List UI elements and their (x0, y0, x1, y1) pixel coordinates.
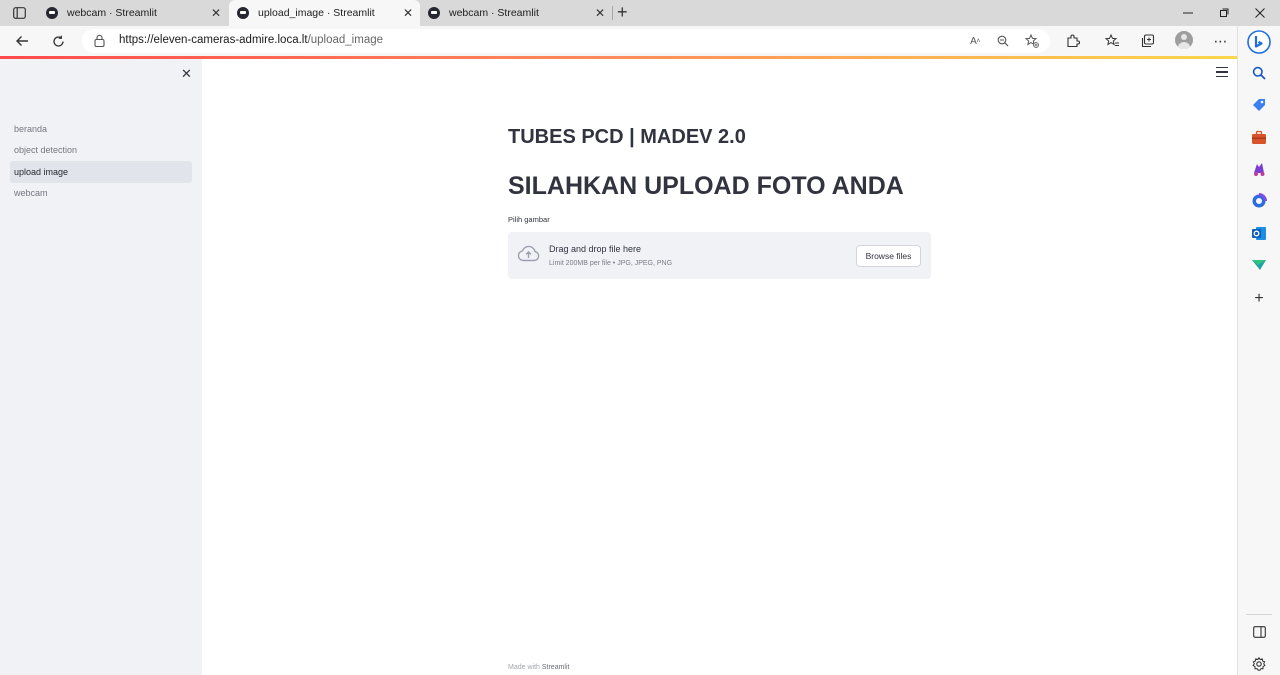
tab-webcam-1[interactable]: webcam · Streamlit ✕ (38, 0, 228, 26)
dropzone-instructions: Drag and drop file here (549, 244, 642, 254)
rail-separator (1246, 614, 1272, 615)
cloud-upload-icon (517, 245, 540, 267)
tab-separator (612, 6, 613, 20)
url-text: https://eleven-cameras-admire.loca.lt/up… (119, 34, 383, 46)
app-sidebar: ✕ beranda object detection upload image … (0, 59, 202, 675)
settings-icon[interactable] (1250, 655, 1268, 673)
collections-icon[interactable] (1139, 32, 1157, 50)
office-icon[interactable] (1250, 192, 1268, 210)
tab-actions-icon[interactable] (8, 5, 30, 21)
drop-icon[interactable] (1250, 256, 1268, 274)
tab-title: upload_image · Streamlit (258, 7, 375, 19)
read-aloud-icon[interactable]: Aʌ (968, 34, 982, 48)
sidebar-toggle-icon[interactable] (1250, 623, 1268, 641)
edge-sidebar-rail: + (1237, 26, 1280, 675)
url-host: https://eleven-cameras-admire.loca.lt (119, 34, 308, 46)
sidebar-nav: beranda object detection upload image we… (10, 118, 192, 204)
tab-upload-image[interactable]: upload_image · Streamlit ✕ (229, 0, 420, 26)
tab-close-icon[interactable]: ✕ (401, 6, 415, 20)
maximize-icon[interactable] (1207, 0, 1241, 26)
tools-icon[interactable] (1250, 128, 1268, 146)
streamlit-favicon-icon (46, 7, 58, 19)
sidebar-item-object-detection[interactable]: object detection (10, 140, 192, 162)
extensions-icon[interactable] (1064, 32, 1082, 50)
close-window-icon[interactable] (1243, 0, 1277, 26)
lock-icon[interactable] (94, 34, 105, 52)
uploader-label: Pilih gambar (508, 215, 550, 224)
footer: Made with Streamlit (508, 664, 569, 671)
bing-icon[interactable] (1247, 30, 1271, 54)
new-tab-plus-icon[interactable]: + (617, 3, 628, 21)
tab-close-icon[interactable]: ✕ (209, 6, 223, 20)
browser-tab-bar: webcam · Streamlit ✕ upload_image · Stre… (0, 0, 1280, 26)
minimize-icon[interactable] (1171, 0, 1205, 26)
streamlit-favicon-icon (237, 7, 249, 19)
dropzone-limit: Limit 200MB per file • JPG, JPEG, PNG (549, 260, 673, 267)
favorite-add-icon[interactable] (1025, 34, 1039, 48)
tab-webcam-2[interactable]: webcam · Streamlit ✕ (420, 0, 612, 26)
favorites-icon[interactable] (1103, 32, 1121, 50)
page-subtitle: TUBES PCD | MADEV 2.0 (508, 126, 746, 148)
close-sidebar-icon[interactable]: ✕ (181, 66, 192, 82)
sidebar-item-beranda[interactable]: beranda (10, 118, 192, 140)
tab-close-icon[interactable]: ✕ (593, 6, 607, 20)
address-bar: https://eleven-cameras-admire.loca.lt/up… (0, 26, 1240, 56)
tab-title: webcam · Streamlit (449, 7, 539, 19)
streamlit-favicon-icon (428, 7, 440, 19)
browse-files-button[interactable]: Browse files (856, 245, 921, 267)
page-title: SILAHKAN UPLOAD FOTO ANDA (508, 172, 904, 200)
add-icon[interactable]: + (1250, 290, 1268, 308)
zoom-icon[interactable] (996, 34, 1010, 48)
sidebar-item-webcam[interactable]: webcam (10, 183, 192, 205)
refresh-icon[interactable] (49, 32, 67, 50)
footer-streamlit-link[interactable]: Streamlit (542, 664, 570, 671)
url-field[interactable]: https://eleven-cameras-admire.loca.lt/up… (82, 29, 1050, 53)
file-dropzone[interactable]: Drag and drop file here Limit 200MB per … (508, 232, 931, 279)
profile-avatar-icon[interactable] (1175, 31, 1193, 49)
outlook-icon[interactable] (1250, 224, 1268, 242)
sidebar-item-upload-image[interactable]: upload image (10, 161, 192, 183)
url-path: /upload_image (307, 34, 384, 46)
search-icon[interactable] (1250, 64, 1268, 82)
tab-title: webcam · Streamlit (67, 7, 157, 19)
main-menu-icon[interactable] (1216, 67, 1228, 77)
games-icon[interactable] (1250, 160, 1268, 178)
footer-made-with: Made with (508, 664, 542, 671)
back-icon[interactable] (13, 32, 31, 50)
more-icon[interactable]: ⋯ (1211, 32, 1229, 50)
shopping-icon[interactable] (1250, 96, 1268, 114)
